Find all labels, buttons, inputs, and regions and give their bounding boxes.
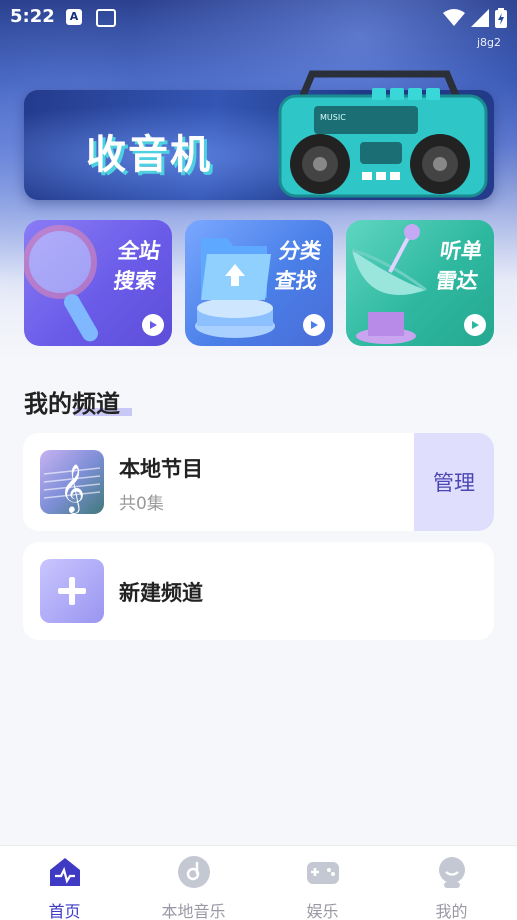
tile-label: 全站 搜索: [98, 236, 162, 296]
play-icon: [142, 314, 164, 336]
tile-label-line1: 听单: [438, 239, 484, 263]
tile-playlist-radar[interactable]: 听单 雷达: [346, 220, 494, 346]
tab-local-music[interactable]: 本地音乐: [129, 846, 258, 920]
notification-bag-icon: [96, 9, 116, 27]
gamepad-icon: [306, 862, 339, 884]
tile-category-browse[interactable]: 分类 查找: [185, 220, 333, 346]
tile-label-line2: 搜索: [112, 269, 158, 293]
tab-label: 我的: [435, 902, 468, 920]
status-right-icons: [443, 8, 507, 28]
tab-home[interactable]: 首页: [0, 846, 129, 920]
status-bar: 5:22 A: [0, 0, 517, 36]
profile-icon: [438, 857, 465, 888]
notification-a-icon: A: [66, 9, 82, 25]
channel-card-local[interactable]: 𝄞 本地节目 共0集 管理: [23, 433, 494, 531]
new-channel-card[interactable]: 新建频道: [23, 542, 494, 640]
music-note-icon: 𝄞: [40, 450, 104, 514]
feature-tiles: 全站 搜索 分类 查找 听单 雷达: [24, 220, 494, 346]
tile-label: 分类 查找: [259, 236, 323, 296]
play-icon: [464, 314, 486, 336]
radio-banner[interactable]: 收音机 MUSIC: [24, 70, 494, 200]
disc-icon: [177, 856, 210, 888]
corner-tag: j8g2: [476, 36, 501, 49]
tile-label-line1: 分类: [277, 239, 323, 263]
tab-label: 本地音乐: [161, 902, 226, 920]
tab-label: 娱乐: [306, 902, 339, 920]
manage-button[interactable]: 管理: [414, 433, 494, 531]
banner-title: 收音机: [86, 132, 212, 178]
battery-icon: [495, 8, 507, 28]
tile-site-search[interactable]: 全站 搜索: [24, 220, 172, 346]
svg-text:𝄞: 𝄞: [60, 463, 85, 514]
plus-icon: [40, 559, 104, 623]
tab-mine[interactable]: 我的: [387, 846, 516, 920]
home-icon: [49, 858, 80, 886]
status-time: 5:22: [10, 6, 55, 27]
play-icon: [303, 314, 325, 336]
section-title: 我的频道: [24, 384, 132, 419]
tile-label-line1: 全站: [116, 239, 162, 263]
boombox-label: MUSIC: [320, 113, 346, 122]
tab-entertainment[interactable]: 娱乐: [258, 846, 387, 920]
tab-label: 首页: [48, 902, 81, 920]
channel-name: 本地节目: [119, 457, 203, 481]
channel-count: 共0集: [119, 494, 164, 514]
signal-icon: [471, 9, 489, 27]
tile-label: 听单 雷达: [420, 236, 484, 296]
tile-label-line2: 雷达: [434, 269, 480, 293]
boombox-icon: MUSIC: [278, 70, 488, 198]
wifi-icon: [443, 9, 465, 26]
section-title-text: 我的频道: [24, 390, 120, 418]
new-channel-label: 新建频道: [119, 581, 203, 605]
tile-label-line2: 查找: [273, 269, 319, 293]
bottom-tab-bar: 首页 本地音乐 娱乐 我的: [0, 845, 517, 920]
